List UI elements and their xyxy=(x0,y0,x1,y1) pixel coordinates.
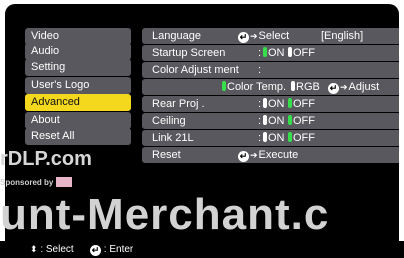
row-link-21l[interactable]: Link 21L : ON OFF xyxy=(142,130,399,146)
row-language[interactable]: Language ↵ ➔Select [English] xyxy=(142,28,399,44)
on-label: ON xyxy=(268,98,285,110)
selected-indicator-icon xyxy=(288,132,292,142)
ceiling-label: Ceiling xyxy=(152,115,186,127)
rgb-label: RGB xyxy=(296,81,320,93)
on-label: ON xyxy=(268,115,285,127)
off-label: OFF xyxy=(293,132,315,144)
ceiling-off-option[interactable]: OFF xyxy=(288,113,315,129)
enter-icon: ↵ xyxy=(238,32,249,43)
watermark-line2: Sponsored by xyxy=(0,177,72,187)
row-startup-screen[interactable]: Startup Screen : ON OFF xyxy=(142,45,399,61)
up-down-arrow-icon: ⬍ xyxy=(30,244,38,254)
sidebar-item-label: About xyxy=(31,114,60,126)
enter-icon: ↵ xyxy=(90,245,101,256)
color-adjustment-label: Color Adjust ment xyxy=(152,64,239,76)
sidebar-item-label: Setting xyxy=(31,61,66,73)
selected-indicator-icon xyxy=(222,81,226,91)
arrow-right-icon: ➔ xyxy=(250,150,258,160)
startup-on-option[interactable]: ON xyxy=(263,45,285,61)
off-label: OFF xyxy=(293,115,315,127)
color-temp-option[interactable]: Color Temp. xyxy=(222,79,286,95)
rear-proj-on-option[interactable]: ON xyxy=(263,96,285,112)
colon: : xyxy=(258,98,262,110)
unselected-indicator-icon xyxy=(263,98,267,108)
colon: : xyxy=(258,132,262,144)
language-label: Language xyxy=(152,30,201,42)
footer-enter-hint: ↵ : Enter xyxy=(90,241,133,258)
unselected-indicator-icon xyxy=(263,115,267,125)
on-label: ON xyxy=(268,47,285,59)
color-temp-label: Color Temp. xyxy=(227,81,287,93)
sidebar-item-users-logo[interactable]: User's Logo xyxy=(25,77,131,94)
row-rear-proj[interactable]: Rear Proj . : ON OFF xyxy=(142,96,399,112)
reset-action: Execute xyxy=(258,149,299,161)
off-label: OFF xyxy=(293,98,315,110)
row-ceiling[interactable]: Ceiling : ON OFF xyxy=(142,113,399,129)
sidebar-item-label: Reset All xyxy=(31,130,75,142)
rear-proj-off-option[interactable]: OFF xyxy=(288,96,315,112)
startup-off-option[interactable]: OFF xyxy=(288,45,315,61)
sidebar-item-reset-all[interactable]: Reset All xyxy=(25,128,131,145)
on-label: ON xyxy=(268,132,285,144)
reset-label: Reset xyxy=(152,149,181,161)
unselected-indicator-icon xyxy=(291,81,295,91)
color-adjust-action: Adjust xyxy=(348,81,380,93)
colon: : xyxy=(258,64,262,76)
enter-icon: ↵ xyxy=(238,151,249,162)
link-21l-on-option[interactable]: ON xyxy=(263,130,285,146)
footer-select-hint: ⬍ : Select xyxy=(30,241,74,258)
row-color-adjustment[interactable]: Color Adjust ment : xyxy=(142,62,399,78)
sidebar-item-label: Video xyxy=(31,30,59,42)
sponsor-logo-icon xyxy=(55,177,72,187)
language-value: [English] xyxy=(321,30,364,42)
colon: : xyxy=(258,47,262,59)
select-hint-label: : Select xyxy=(40,244,74,255)
sidebar-item-setting[interactable]: Setting xyxy=(25,59,131,76)
enter-hint-label: : Enter xyxy=(103,244,134,255)
arrow-right-icon: ➔ xyxy=(340,82,348,92)
sidebar-item-audio[interactable]: Audio xyxy=(25,43,131,60)
selected-indicator-icon xyxy=(288,115,292,125)
startup-screen-label: Startup Screen xyxy=(152,47,226,59)
unselected-indicator-icon xyxy=(263,132,267,142)
link-21l-off-option[interactable]: OFF xyxy=(288,130,315,146)
reset-execute-hint: ↵ ➔Execute xyxy=(238,147,298,163)
rgb-option[interactable]: RGB xyxy=(291,79,320,95)
footer-hint-bar: ⬍ : Select ↵ : Enter xyxy=(0,241,404,258)
sidebar-item-label: User's Logo xyxy=(31,79,90,91)
watermark-line3: unt-Merchant.c xyxy=(0,190,330,239)
sidebar-item-label: Audio xyxy=(31,45,60,57)
color-adjust-hint: ↵ ➔Adjust xyxy=(328,79,379,95)
arrow-right-icon: ➔ xyxy=(250,31,258,41)
sidebar-item-label: Advanced xyxy=(31,96,80,108)
row-color-options[interactable]: Color Temp. RGB ↵ ➔Adjust xyxy=(142,79,399,95)
sidebar-item-advanced[interactable]: Advanced xyxy=(25,94,131,111)
language-action: Select xyxy=(258,30,290,42)
off-label: OFF xyxy=(293,47,315,59)
ceiling-on-option[interactable]: ON xyxy=(263,113,285,129)
row-reset[interactable]: Reset ↵ ➔Execute xyxy=(142,147,399,163)
enter-icon: ↵ xyxy=(328,83,339,94)
colon: : xyxy=(258,115,262,127)
link-21l-label: Link 21L xyxy=(152,132,194,144)
language-select-hint: ↵ ➔Select xyxy=(238,28,289,44)
selected-indicator-icon xyxy=(263,47,267,57)
selected-indicator-icon xyxy=(288,98,292,108)
sidebar-item-about[interactable]: About xyxy=(25,112,131,129)
unselected-indicator-icon xyxy=(288,47,292,57)
rear-proj-label: Rear Proj . xyxy=(152,98,205,110)
watermark-line1: rDLP.com xyxy=(0,148,92,170)
